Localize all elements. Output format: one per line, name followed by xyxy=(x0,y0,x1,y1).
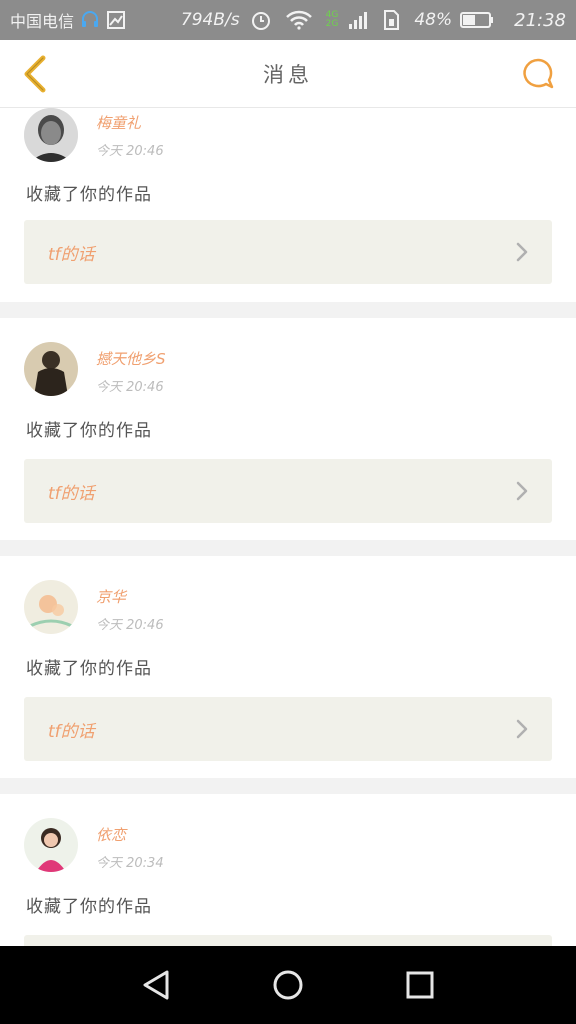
chevron-right-icon xyxy=(516,242,528,262)
work-title: tf的话 xyxy=(48,244,95,265)
chat-button[interactable] xyxy=(520,56,556,92)
action-text: 收藏了你的作品 xyxy=(26,421,152,441)
nav-recents-button[interactable] xyxy=(398,963,442,1007)
circle-home-icon xyxy=(273,970,303,1000)
message-list[interactable]: 梅童礼 今天 20:46 收藏了你的作品 tf的话 撼天他乡S 今天 20:46… xyxy=(0,108,576,946)
chat-bubble-icon xyxy=(523,58,554,89)
user-name[interactable]: 京华 xyxy=(96,586,126,607)
nav-back-button[interactable] xyxy=(134,963,178,1007)
work-link[interactable]: tf的话 xyxy=(24,697,552,761)
timestamp: 今天 20:46 xyxy=(96,380,164,395)
timestamp: 今天 20:34 xyxy=(96,856,164,871)
avatar[interactable] xyxy=(24,108,78,162)
network-type-badge: 4G 2G xyxy=(325,10,339,29)
signal-icon xyxy=(348,10,368,30)
sim-icon xyxy=(382,10,400,30)
page-title: 消息 xyxy=(263,62,313,87)
clock: 21:38 xyxy=(514,9,566,31)
user-name[interactable]: 撼天他乡S xyxy=(96,348,166,369)
divider xyxy=(0,778,576,794)
app-header: 消息 xyxy=(0,40,576,108)
carrier-label: 中国电信 xyxy=(10,12,75,31)
chevron-right-icon xyxy=(516,719,528,739)
timestamp: 今天 20:46 xyxy=(96,144,164,159)
battery-icon xyxy=(460,11,494,29)
work-link[interactable]: tf的话 xyxy=(24,220,552,284)
work-title: tf的话 xyxy=(48,483,95,504)
list-item: 京华 今天 20:46 收藏了你的作品 tf的话 xyxy=(0,556,576,778)
battery-percent: 48% xyxy=(414,10,453,30)
action-text: 收藏了你的作品 xyxy=(26,897,152,917)
triangle-back-icon xyxy=(143,970,169,1000)
network-speed: 794B/s xyxy=(180,10,240,30)
action-text: 收藏了你的作品 xyxy=(26,185,152,205)
chevron-left-icon xyxy=(24,55,46,93)
work-link[interactable]: tf的话 xyxy=(24,459,552,523)
work-link[interactable] xyxy=(24,935,552,946)
user-name[interactable]: 依恋 xyxy=(96,824,126,845)
user-name[interactable]: 梅童礼 xyxy=(96,112,141,133)
avatar[interactable] xyxy=(24,342,78,396)
alarm-icon xyxy=(250,9,272,31)
divider xyxy=(0,302,576,318)
list-item: 梅童礼 今天 20:46 收藏了你的作品 tf的话 xyxy=(0,108,576,308)
divider xyxy=(0,540,576,556)
status-bar: 中国电信 794B/s 4G 2G 48% 21:38 xyxy=(0,0,576,40)
image-icon xyxy=(106,10,126,30)
nav-home-button[interactable] xyxy=(266,963,310,1007)
back-button[interactable] xyxy=(14,52,58,96)
square-recents-icon xyxy=(406,971,434,999)
wifi-icon xyxy=(285,10,312,30)
headset-icon xyxy=(80,10,100,30)
system-nav-bar xyxy=(0,946,576,1024)
list-item: 依恋 今天 20:34 收藏了你的作品 xyxy=(0,794,576,946)
action-text: 收藏了你的作品 xyxy=(26,659,152,679)
chevron-right-icon xyxy=(516,481,528,501)
work-title: tf的话 xyxy=(48,721,95,742)
timestamp: 今天 20:46 xyxy=(96,618,164,633)
avatar[interactable] xyxy=(24,580,78,634)
avatar[interactable] xyxy=(24,818,78,872)
list-item: 撼天他乡S 今天 20:46 收藏了你的作品 tf的话 xyxy=(0,318,576,540)
